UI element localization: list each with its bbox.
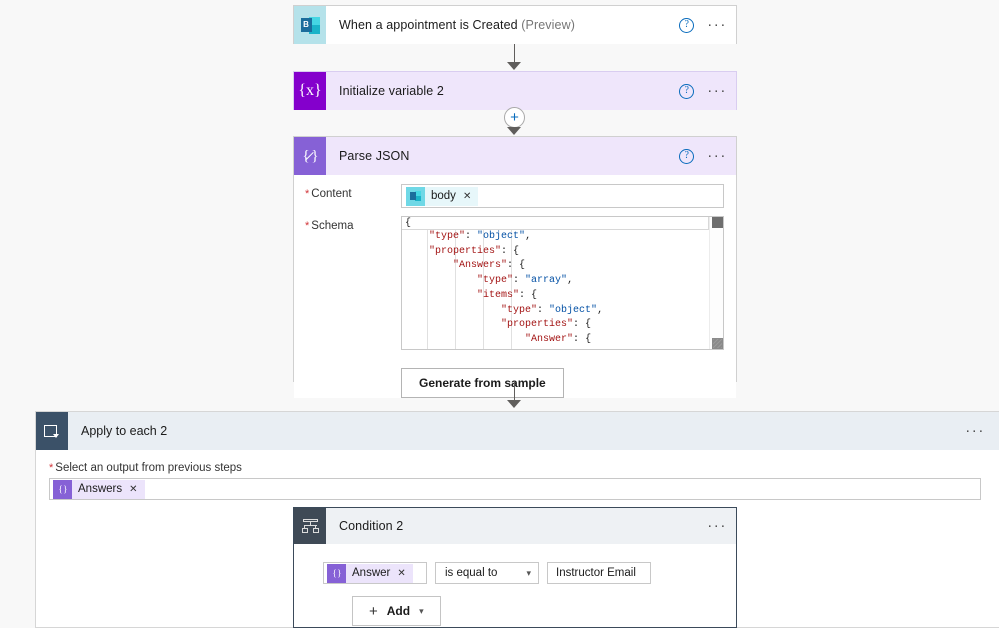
foreach-loop-icon (36, 412, 68, 450)
content-field-row: * Content body ✕ (305, 184, 724, 208)
apply-to-each-header-actions: ··· (965, 412, 985, 450)
output-field-label: * Select an output from previous steps (49, 462, 986, 474)
schema-first-line: { (402, 217, 709, 230)
trigger-preview-tag: (Preview) (521, 18, 575, 32)
bookings-icon (406, 186, 425, 206)
condition-operator-value: is equal to (445, 567, 498, 579)
content-token-label: body (431, 190, 456, 202)
flow-step-condition[interactable]: Condition 2 ··· { } Answer ✕ is equal to… (293, 507, 737, 628)
parse-json-icon: { } (327, 563, 346, 583)
insert-plus-icon: + (510, 108, 519, 126)
close-icon[interactable]: ✕ (397, 568, 405, 579)
overflow-menu-icon[interactable]: ··· (965, 423, 985, 438)
apply-to-each-title: Apply to each 2 (81, 424, 168, 438)
flow-step-trigger[interactable]: B When a appointment is Created (Preview… (293, 5, 737, 44)
flow-step-initialize-variable[interactable]: {x} Initialize variable 2 ? ··· (293, 71, 737, 110)
help-icon[interactable]: ? (679, 83, 695, 99)
condition-header-actions: ··· (707, 508, 727, 544)
insert-step-button[interactable]: + (504, 107, 525, 128)
apply-to-each-body: * Select an output from previous steps { … (36, 450, 999, 500)
help-icon[interactable]: ? (679, 17, 695, 33)
condition-header[interactable]: Condition 2 ··· (294, 508, 736, 544)
apply-to-each-header[interactable]: Apply to each 2 ··· (36, 412, 999, 450)
schema-field-row: * Schema { "type": "object", "properties"… (305, 216, 724, 350)
scrollbar-thumb-top[interactable] (712, 217, 723, 228)
schema-field-label: * Schema (305, 216, 401, 350)
output-token-label: Answers (78, 483, 123, 495)
trigger-title: When a appointment is Created (Preview) (326, 18, 575, 32)
required-asterisk: * (305, 220, 310, 232)
connector-arrow-2 (507, 127, 521, 135)
required-asterisk: * (49, 462, 54, 474)
condition-title: Condition 2 (339, 519, 404, 533)
parse-json-body: * Content body ✕ * Schema {"type": "obj… (294, 175, 736, 398)
generate-from-sample-button[interactable]: Generate from sample (401, 368, 564, 398)
parse-json-icon: { } (53, 479, 72, 499)
trigger-header[interactable]: B When a appointment is Created (Preview… (294, 6, 736, 44)
condition-token-label: Answer (352, 567, 391, 579)
content-input[interactable]: body ✕ (401, 184, 724, 208)
chevron-down-icon: ▾ (526, 567, 531, 578)
flow-step-parse-json[interactable]: { } Parse JSON ? ··· * Content body ✕ * … (293, 136, 737, 398)
condition-token-answer[interactable]: { } Answer ✕ (327, 563, 413, 583)
output-label-text: Select an output from previous steps (55, 462, 242, 474)
overflow-menu-icon[interactable]: ··· (707, 83, 727, 98)
resize-grip-icon[interactable] (713, 339, 722, 348)
initialize-variable-header-actions: ? ··· (679, 72, 727, 110)
required-asterisk: * (305, 188, 310, 200)
condition-operator-select[interactable]: is equal to ▾ (435, 562, 539, 584)
close-icon[interactable]: ✕ (463, 191, 471, 202)
chevron-down-icon: ▾ (419, 605, 424, 616)
flow-designer-canvas: B When a appointment is Created (Preview… (0, 0, 999, 628)
parse-json-title: Parse JSON (339, 149, 410, 163)
overflow-menu-icon[interactable]: ··· (707, 148, 727, 163)
condition-add-row: + Add ▾ (323, 584, 736, 626)
overflow-menu-icon[interactable]: ··· (707, 17, 727, 32)
parse-json-header[interactable]: { } Parse JSON ? ··· (294, 137, 736, 175)
overflow-menu-icon[interactable]: ··· (707, 518, 727, 533)
schema-label-text: Schema (311, 220, 354, 232)
connector-line-1 (514, 44, 515, 63)
variable-braces-icon: {x} (294, 72, 326, 110)
content-label-text: Content (311, 188, 352, 200)
output-token-answers[interactable]: { } Answers ✕ (53, 479, 145, 499)
plus-icon: + (369, 602, 378, 620)
condition-branch-icon (294, 508, 326, 544)
condition-row: { } Answer ✕ is equal to ▾ Instructor Em… (323, 562, 736, 584)
condition-left-operand-input[interactable]: { } Answer ✕ (323, 562, 427, 584)
help-icon[interactable]: ? (679, 148, 695, 164)
bookings-icon: B (294, 6, 326, 44)
schema-scrollbar[interactable] (709, 217, 723, 349)
schema-editor[interactable]: { "type": "object", "properties": { "Ans… (401, 216, 724, 350)
trigger-title-text: When a appointment is Created (339, 18, 518, 32)
content-field-label: * Content (305, 184, 401, 208)
connector-arrow-1 (507, 62, 521, 70)
parse-json-icon: { } (294, 137, 326, 175)
initialize-variable-title: Initialize variable 2 (339, 84, 444, 98)
condition-right-operand-input[interactable]: Instructor Email (547, 562, 651, 584)
add-condition-button[interactable]: + Add ▾ (352, 596, 441, 626)
condition-body: { } Answer ✕ is equal to ▾ Instructor Em… (294, 544, 736, 626)
parse-json-header-actions: ? ··· (679, 137, 727, 175)
output-select-input[interactable]: { } Answers ✕ (49, 478, 981, 500)
trigger-header-actions: ? ··· (679, 6, 727, 44)
connector-arrow-3 (507, 400, 521, 408)
add-button-label: Add (386, 604, 411, 618)
content-token-body[interactable]: body ✕ (406, 186, 479, 206)
schema-code[interactable]: "type": "object", "properties": { "Answe… (402, 230, 709, 349)
connector-line-3 (514, 382, 515, 401)
close-icon[interactable]: ✕ (129, 484, 137, 495)
initialize-variable-header[interactable]: {x} Initialize variable 2 ? ··· (294, 72, 736, 110)
